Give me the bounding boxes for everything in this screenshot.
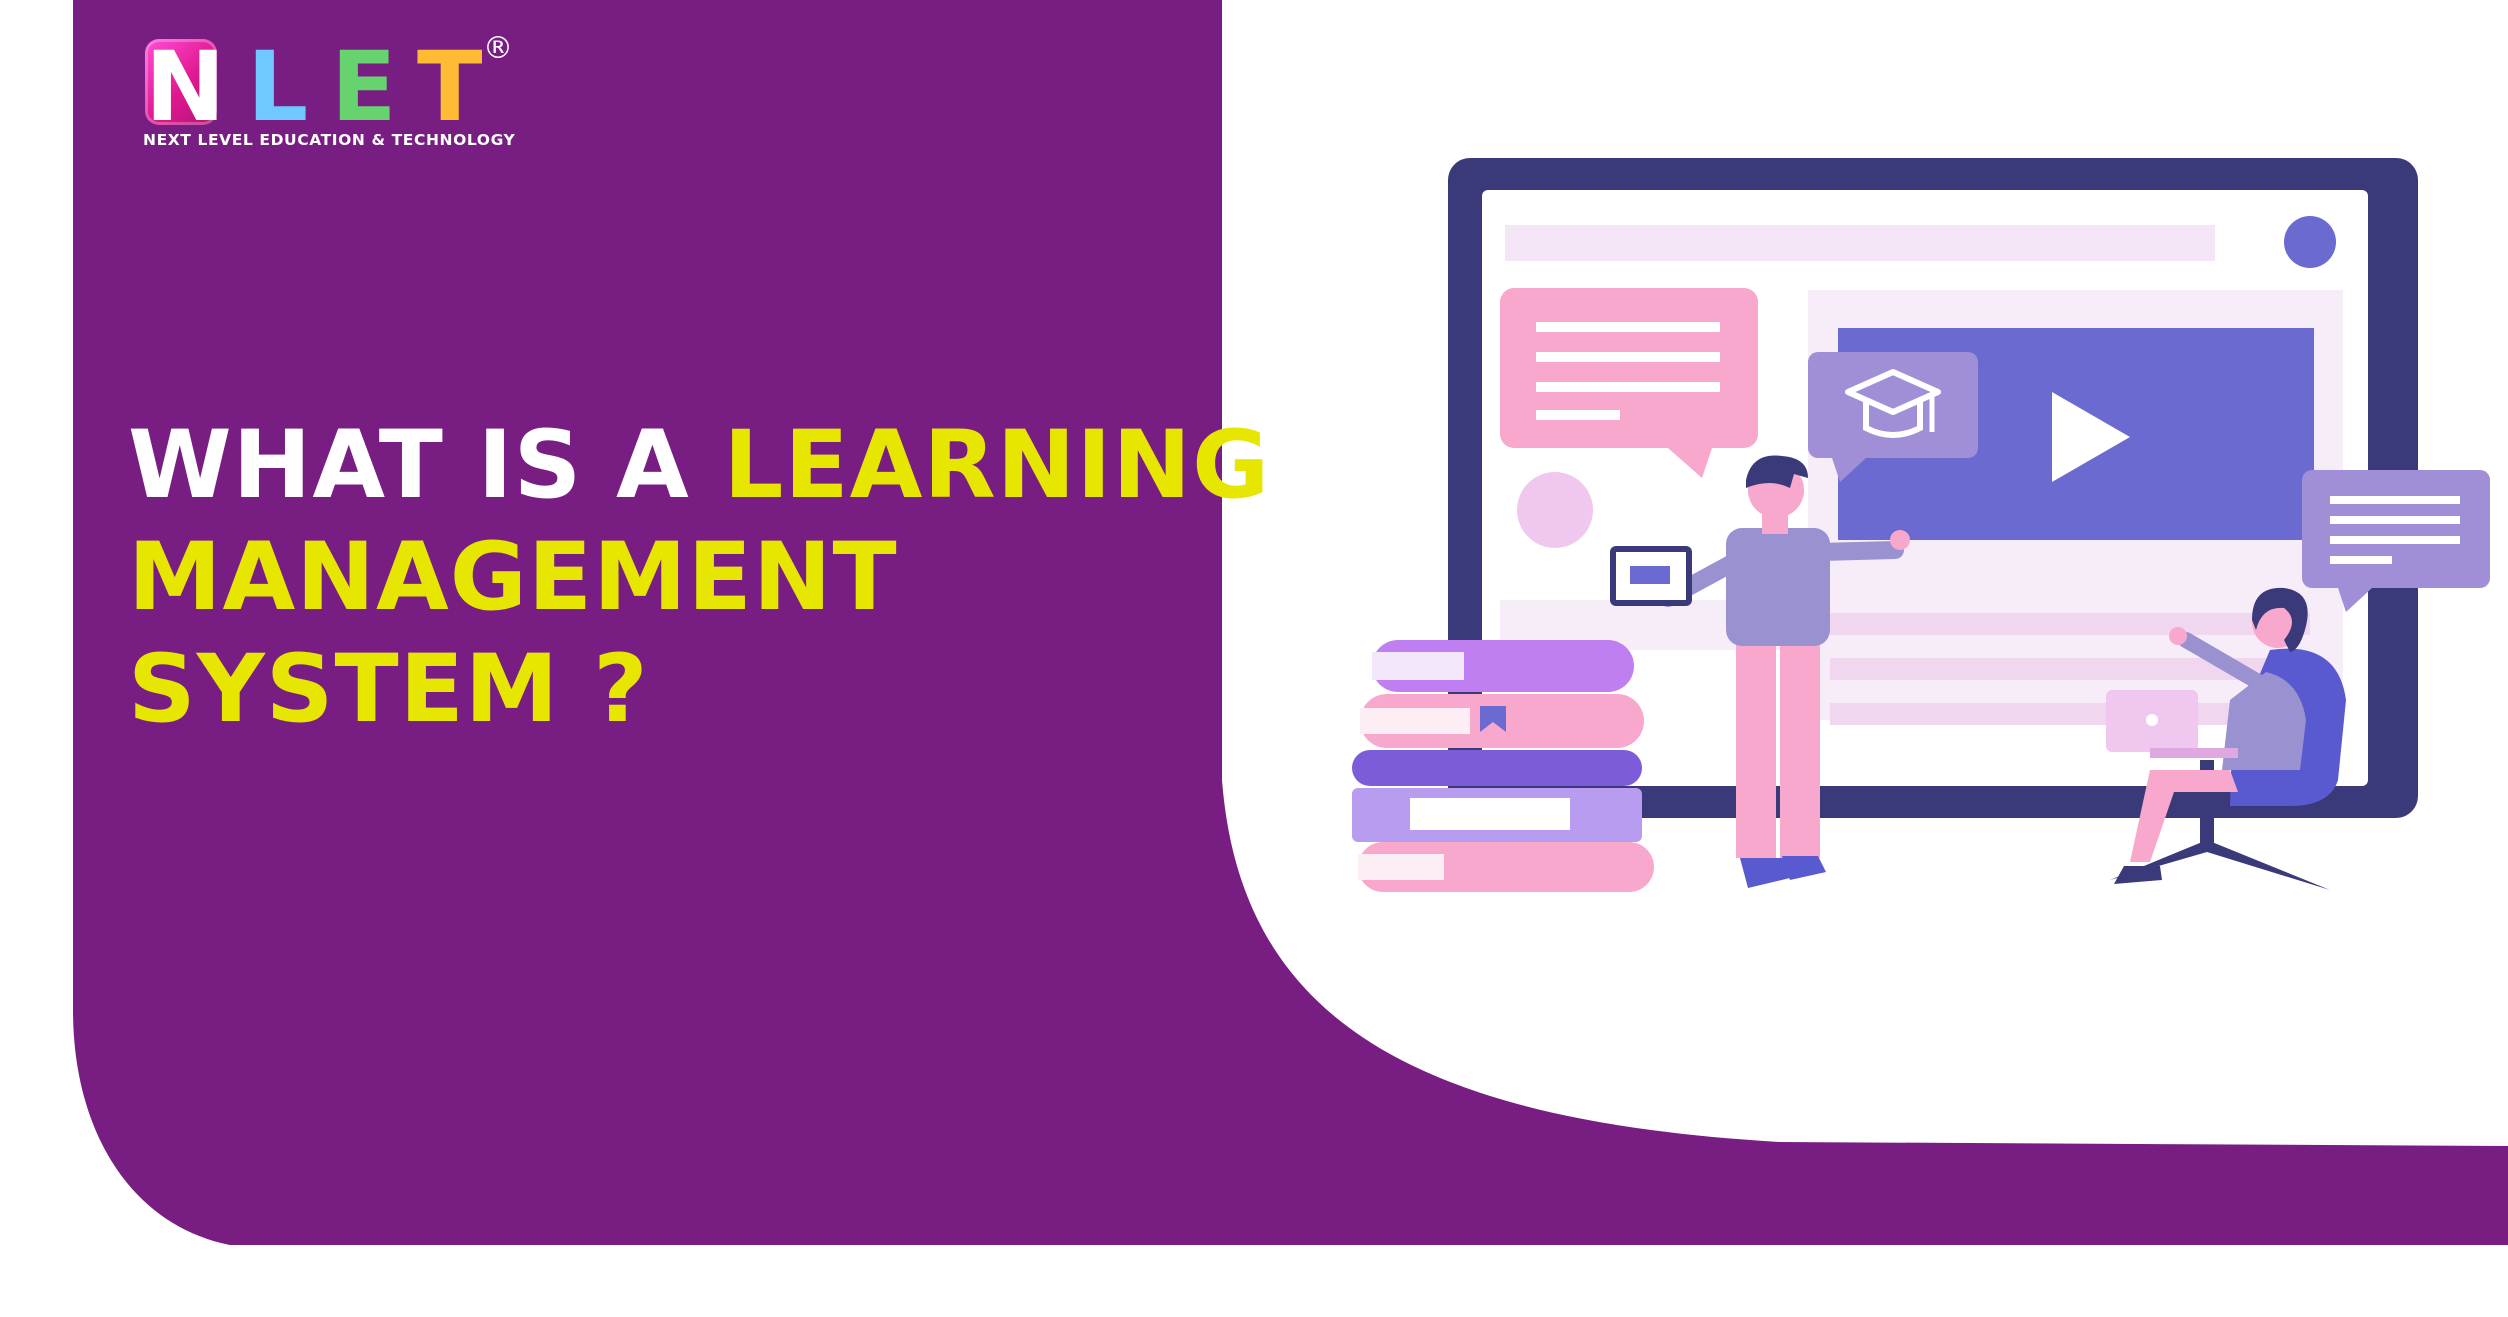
books-stack-icon xyxy=(1352,640,1654,892)
tablet-icon xyxy=(1610,546,1692,606)
banner: N L E T ® NEXT LEVEL EDUCATION & TECHNOL… xyxy=(0,0,2508,1317)
lms-illustration xyxy=(1352,158,2490,892)
